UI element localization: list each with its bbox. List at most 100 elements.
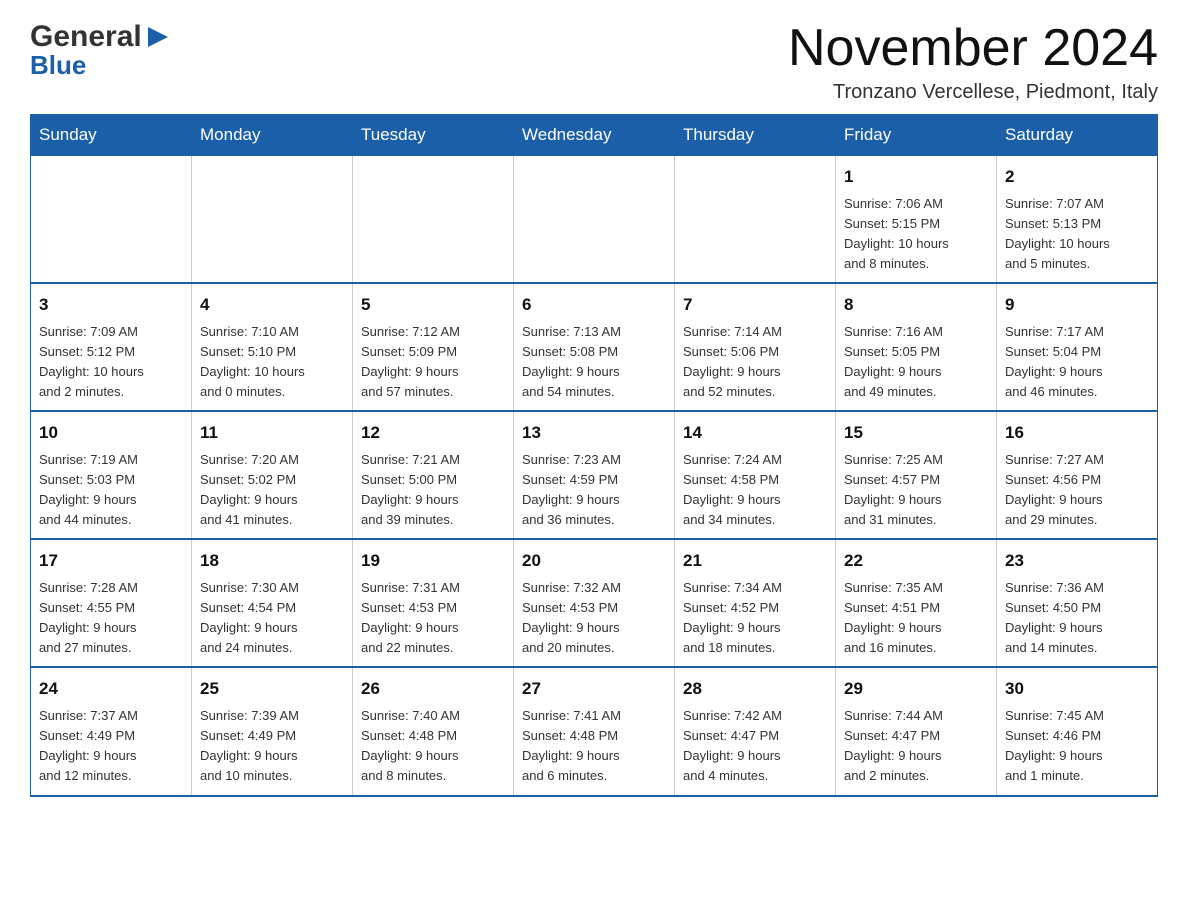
logo-blue-text: Blue bbox=[30, 50, 86, 81]
day-info: Sunrise: 7:10 AMSunset: 5:10 PMDaylight:… bbox=[200, 322, 344, 403]
day-number: 21 bbox=[683, 548, 827, 574]
day-cell: 12 Sunrise: 7:21 AMSunset: 5:00 PMDayligh… bbox=[353, 411, 514, 539]
day-info: Sunrise: 7:13 AMSunset: 5:08 PMDaylight:… bbox=[522, 322, 666, 403]
day-info: Sunrise: 7:07 AMSunset: 5:13 PMDaylight:… bbox=[1005, 194, 1149, 275]
day-number: 19 bbox=[361, 548, 505, 574]
day-info: Sunrise: 7:09 AMSunset: 5:12 PMDaylight:… bbox=[39, 322, 183, 403]
day-cell: 17 Sunrise: 7:28 AMSunset: 4:55 PMDayligh… bbox=[31, 539, 192, 667]
day-info: Sunrise: 7:23 AMSunset: 4:59 PMDaylight:… bbox=[522, 450, 666, 531]
day-info: Sunrise: 7:17 AMSunset: 5:04 PMDaylight:… bbox=[1005, 322, 1149, 403]
day-cell: 25 Sunrise: 7:39 AMSunset: 4:49 PMDayligh… bbox=[192, 667, 353, 795]
day-number: 17 bbox=[39, 548, 183, 574]
day-number: 5 bbox=[361, 292, 505, 318]
day-cell: 21Sunrise: 7:34 AMSunset: 4:52 PMDayligh… bbox=[675, 539, 836, 667]
day-number: 4 bbox=[200, 292, 344, 318]
header-cell-tuesday: Tuesday bbox=[353, 115, 514, 156]
day-cell: 10 Sunrise: 7:19 AMSunset: 5:03 PMDayligh… bbox=[31, 411, 192, 539]
day-number: 8 bbox=[844, 292, 988, 318]
day-number: 23 bbox=[1005, 548, 1149, 574]
header-cell-wednesday: Wednesday bbox=[514, 115, 675, 156]
day-cell: 28 Sunrise: 7:42 AMSunset: 4:47 PMDayligh… bbox=[675, 667, 836, 795]
day-info: Sunrise: 7:35 AMSunset: 4:51 PMDaylight:… bbox=[844, 578, 988, 659]
day-info: Sunrise: 7:41 AMSunset: 4:48 PMDaylight:… bbox=[522, 706, 666, 787]
day-cell: 11Sunrise: 7:20 AMSunset: 5:02 PMDayligh… bbox=[192, 411, 353, 539]
day-info: Sunrise: 7:24 AMSunset: 4:58 PMDaylight:… bbox=[683, 450, 827, 531]
day-number: 15 bbox=[844, 420, 988, 446]
week-row-1: 1 Sunrise: 7:06 AMSunset: 5:15 PMDaylight… bbox=[31, 156, 1158, 284]
calendar-table: SundayMondayTuesdayWednesdayThursdayFrid… bbox=[30, 114, 1158, 796]
day-number: 27 bbox=[522, 676, 666, 702]
day-info: Sunrise: 7:28 AMSunset: 4:55 PMDaylight:… bbox=[39, 578, 183, 659]
logo: General Blue bbox=[30, 20, 172, 81]
day-info: Sunrise: 7:45 AMSunset: 4:46 PMDaylight:… bbox=[1005, 706, 1149, 787]
day-cell: 16 Sunrise: 7:27 AMSunset: 4:56 PMDayligh… bbox=[997, 411, 1158, 539]
day-number: 20 bbox=[522, 548, 666, 574]
day-number: 7 bbox=[683, 292, 827, 318]
day-info: Sunrise: 7:37 AMSunset: 4:49 PMDaylight:… bbox=[39, 706, 183, 787]
day-info: Sunrise: 7:42 AMSunset: 4:47 PMDaylight:… bbox=[683, 706, 827, 787]
day-info: Sunrise: 7:12 AMSunset: 5:09 PMDaylight:… bbox=[361, 322, 505, 403]
day-number: 24 bbox=[39, 676, 183, 702]
day-cell: 8 Sunrise: 7:16 AMSunset: 5:05 PMDaylight… bbox=[836, 283, 997, 411]
header-row: SundayMondayTuesdayWednesdayThursdayFrid… bbox=[31, 115, 1158, 156]
header-cell-saturday: Saturday bbox=[997, 115, 1158, 156]
day-cell: 14 Sunrise: 7:24 AMSunset: 4:58 PMDayligh… bbox=[675, 411, 836, 539]
day-number: 12 bbox=[361, 420, 505, 446]
day-number: 10 bbox=[39, 420, 183, 446]
day-info: Sunrise: 7:21 AMSunset: 5:00 PMDaylight:… bbox=[361, 450, 505, 531]
week-row-2: 3 Sunrise: 7:09 AMSunset: 5:12 PMDaylight… bbox=[31, 283, 1158, 411]
day-info: Sunrise: 7:39 AMSunset: 4:49 PMDaylight:… bbox=[200, 706, 344, 787]
logo-general: General bbox=[30, 20, 172, 54]
title-area: November 2024 Tronzano Vercellese, Piedm… bbox=[788, 20, 1158, 104]
day-cell: 15 Sunrise: 7:25 AMSunset: 4:57 PMDayligh… bbox=[836, 411, 997, 539]
day-cell: 24 Sunrise: 7:37 AMSunset: 4:49 PMDayligh… bbox=[31, 667, 192, 795]
day-info: Sunrise: 7:32 AMSunset: 4:53 PMDaylight:… bbox=[522, 578, 666, 659]
day-number: 13 bbox=[522, 420, 666, 446]
day-cell: 29Sunrise: 7:44 AMSunset: 4:47 PMDayligh… bbox=[836, 667, 997, 795]
day-info: Sunrise: 7:27 AMSunset: 4:56 PMDaylight:… bbox=[1005, 450, 1149, 531]
day-number: 30 bbox=[1005, 676, 1149, 702]
day-number: 16 bbox=[1005, 420, 1149, 446]
day-number: 29 bbox=[844, 676, 988, 702]
day-number: 3 bbox=[39, 292, 183, 318]
day-number: 9 bbox=[1005, 292, 1149, 318]
day-cell: 30 Sunrise: 7:45 AMSunset: 4:46 PMDayligh… bbox=[997, 667, 1158, 795]
day-number: 25 bbox=[200, 676, 344, 702]
day-info: Sunrise: 7:16 AMSunset: 5:05 PMDaylight:… bbox=[844, 322, 988, 403]
day-info: Sunrise: 7:14 AMSunset: 5:06 PMDaylight:… bbox=[683, 322, 827, 403]
week-row-5: 24 Sunrise: 7:37 AMSunset: 4:49 PMDayligh… bbox=[31, 667, 1158, 795]
day-cell: 9 Sunrise: 7:17 AMSunset: 5:04 PMDaylight… bbox=[997, 283, 1158, 411]
day-info: Sunrise: 7:06 AMSunset: 5:15 PMDaylight:… bbox=[844, 194, 988, 275]
day-info: Sunrise: 7:19 AMSunset: 5:03 PMDaylight:… bbox=[39, 450, 183, 531]
day-number: 2 bbox=[1005, 164, 1149, 190]
day-info: Sunrise: 7:30 AMSunset: 4:54 PMDaylight:… bbox=[200, 578, 344, 659]
day-cell: 13 Sunrise: 7:23 AMSunset: 4:59 PMDayligh… bbox=[514, 411, 675, 539]
day-cell: 27 Sunrise: 7:41 AMSunset: 4:48 PMDayligh… bbox=[514, 667, 675, 795]
day-cell: 7 Sunrise: 7:14 AMSunset: 5:06 PMDaylight… bbox=[675, 283, 836, 411]
day-cell: 5 Sunrise: 7:12 AMSunset: 5:09 PMDaylight… bbox=[353, 283, 514, 411]
day-cell: 3 Sunrise: 7:09 AMSunset: 5:12 PMDaylight… bbox=[31, 283, 192, 411]
day-number: 28 bbox=[683, 676, 827, 702]
day-cell: 26Sunrise: 7:40 AMSunset: 4:48 PMDayligh… bbox=[353, 667, 514, 795]
day-number: 14 bbox=[683, 420, 827, 446]
header-cell-monday: Monday bbox=[192, 115, 353, 156]
day-number: 1 bbox=[844, 164, 988, 190]
week-row-4: 17 Sunrise: 7:28 AMSunset: 4:55 PMDayligh… bbox=[31, 539, 1158, 667]
day-cell bbox=[353, 156, 514, 284]
header-cell-thursday: Thursday bbox=[675, 115, 836, 156]
day-number: 18 bbox=[200, 548, 344, 574]
day-cell: 20 Sunrise: 7:32 AMSunset: 4:53 PMDayligh… bbox=[514, 539, 675, 667]
day-info: Sunrise: 7:36 AMSunset: 4:50 PMDaylight:… bbox=[1005, 578, 1149, 659]
day-cell bbox=[675, 156, 836, 284]
day-cell bbox=[514, 156, 675, 284]
day-cell: 6Sunrise: 7:13 AMSunset: 5:08 PMDaylight… bbox=[514, 283, 675, 411]
header-cell-friday: Friday bbox=[836, 115, 997, 156]
day-cell bbox=[192, 156, 353, 284]
day-info: Sunrise: 7:31 AMSunset: 4:53 PMDaylight:… bbox=[361, 578, 505, 659]
day-cell: 1 Sunrise: 7:06 AMSunset: 5:15 PMDaylight… bbox=[836, 156, 997, 284]
day-cell: 22Sunrise: 7:35 AMSunset: 4:51 PMDayligh… bbox=[836, 539, 997, 667]
day-info: Sunrise: 7:25 AMSunset: 4:57 PMDaylight:… bbox=[844, 450, 988, 531]
calendar-header: SundayMondayTuesdayWednesdayThursdayFrid… bbox=[31, 115, 1158, 156]
day-cell bbox=[31, 156, 192, 284]
day-cell: 2 Sunrise: 7:07 AMSunset: 5:13 PMDaylight… bbox=[997, 156, 1158, 284]
